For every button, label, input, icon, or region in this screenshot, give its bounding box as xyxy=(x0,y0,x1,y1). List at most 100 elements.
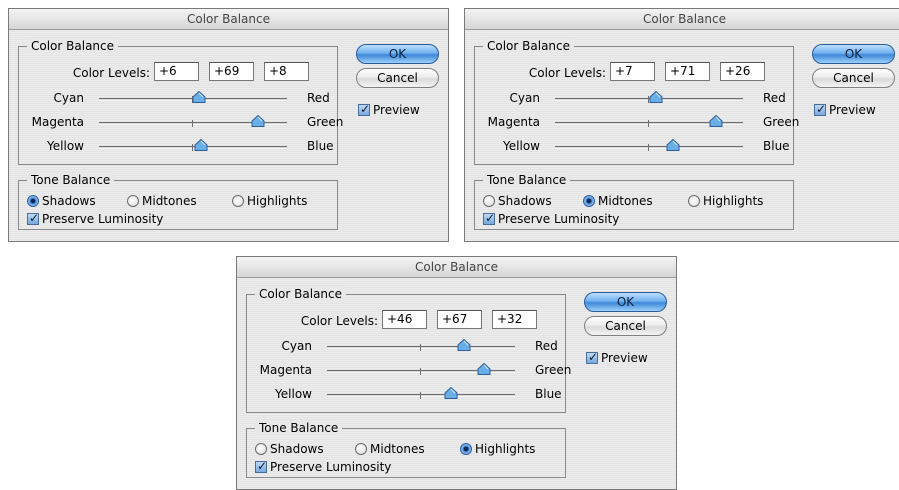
cancel-button[interactable]: Cancel xyxy=(812,68,895,88)
magenta-label: Magenta xyxy=(259,363,312,377)
radio-button-icon xyxy=(483,195,495,207)
color-balance-group-label: Color Balance xyxy=(483,38,575,54)
cyan-red-level-input[interactable]: +46 xyxy=(382,310,427,329)
magenta-green-slider[interactable] xyxy=(555,114,743,127)
checkmark-icon: ✓ xyxy=(816,102,827,116)
radio-button-icon xyxy=(127,195,139,207)
preview-checkbox[interactable]: ✓ Preview xyxy=(814,102,876,118)
highlights-radio[interactable]: Highlights xyxy=(232,193,307,209)
ok-button[interactable]: OK xyxy=(356,44,439,64)
preserve-luminosity-label: Preserve Luminosity xyxy=(42,212,164,226)
magenta-label: Magenta xyxy=(487,115,540,129)
slider-thumb[interactable] xyxy=(194,138,208,151)
yellow-label: Yellow xyxy=(503,139,540,153)
green-label: Green xyxy=(307,115,344,129)
slider-thumb[interactable] xyxy=(444,386,458,399)
radio-button-icon xyxy=(255,443,267,455)
checkbox-icon: ✓ xyxy=(814,102,827,116)
cyan-red-level-input[interactable]: +7 xyxy=(610,62,655,81)
shadows-radio[interactable]: Shadows xyxy=(27,193,96,209)
shadows-radio[interactable]: Shadows xyxy=(255,441,324,457)
cyan-red-level-input[interactable]: +6 xyxy=(154,62,199,81)
preview-label: Preview xyxy=(601,351,648,365)
midtones-radio[interactable]: Midtones xyxy=(583,193,653,209)
preview-label: Preview xyxy=(829,103,876,117)
cyan-label: Cyan xyxy=(53,91,84,105)
radio-button-icon xyxy=(688,195,700,207)
shadows-label: Shadows xyxy=(498,194,552,208)
cancel-button[interactable]: Cancel xyxy=(584,316,667,336)
magenta-green-slider[interactable] xyxy=(99,114,287,127)
slider-center-tick xyxy=(420,344,421,351)
slider-thumb[interactable] xyxy=(251,114,265,127)
slider-thumb[interactable] xyxy=(477,362,491,375)
red-label: Red xyxy=(307,91,330,105)
preserve-luminosity-checkbox[interactable]: ✓ Preserve Luminosity xyxy=(483,211,619,227)
yellow-blue-slider[interactable] xyxy=(555,138,743,151)
slider-thumb[interactable] xyxy=(649,90,663,103)
color-balance-dialog: Color Balance Color Balance Color Levels… xyxy=(464,8,899,242)
slider-center-tick xyxy=(648,144,649,151)
yellow-blue-level-input[interactable]: +32 xyxy=(492,310,537,329)
radio-button-icon xyxy=(460,443,472,455)
cancel-button[interactable]: Cancel xyxy=(356,68,439,88)
slider-thumb[interactable] xyxy=(192,90,206,103)
preserve-luminosity-checkbox[interactable]: ✓ Preserve Luminosity xyxy=(255,459,391,475)
checkbox-icon: ✓ xyxy=(586,350,599,364)
tone-balance-group: Tone Balance Shadows Midtones Highlights… xyxy=(18,172,338,230)
yellow-blue-level-input[interactable]: +26 xyxy=(720,62,765,81)
checkbox-icon: ✓ xyxy=(483,211,496,225)
highlights-radio[interactable]: Highlights xyxy=(460,441,535,457)
color-balance-group: Color Balance Color Levels: +46 +67 +32 … xyxy=(246,286,571,413)
blue-label: Blue xyxy=(307,139,334,153)
magenta-green-level-input[interactable]: +71 xyxy=(665,62,710,81)
cyan-red-slider[interactable] xyxy=(327,338,515,351)
shadows-label: Shadows xyxy=(42,194,96,208)
magenta-green-slider[interactable] xyxy=(327,362,515,375)
slider-thumb[interactable] xyxy=(666,138,680,151)
cyan-red-slider[interactable] xyxy=(555,90,743,103)
preserve-luminosity-label: Preserve Luminosity xyxy=(498,212,620,226)
ok-button[interactable]: OK xyxy=(584,292,667,312)
slider-center-tick xyxy=(420,368,421,375)
yellow-blue-level-input[interactable]: +8 xyxy=(264,62,309,81)
tone-balance-group-label: Tone Balance xyxy=(483,172,571,188)
preview-checkbox[interactable]: ✓ Preview xyxy=(358,102,420,118)
midtones-radio[interactable]: Midtones xyxy=(127,193,197,209)
dialog-title: Color Balance xyxy=(9,9,448,30)
magenta-green-level-input[interactable]: +67 xyxy=(437,310,482,329)
checkmark-icon: ✓ xyxy=(485,211,496,225)
color-balance-group: Color Balance Color Levels: +7 +71 +26 C… xyxy=(474,38,799,165)
yellow-blue-slider[interactable] xyxy=(327,386,515,399)
highlights-label: Highlights xyxy=(703,194,764,208)
radio-button-icon xyxy=(232,195,244,207)
midtones-label: Midtones xyxy=(370,442,425,456)
magenta-green-level-input[interactable]: +69 xyxy=(209,62,254,81)
midtones-label: Midtones xyxy=(598,194,653,208)
color-balance-group: Color Balance Color Levels: +6 +69 +8 Cy… xyxy=(18,38,343,165)
color-levels-label: Color Levels: xyxy=(300,314,378,328)
preserve-luminosity-checkbox[interactable]: ✓ Preserve Luminosity xyxy=(27,211,163,227)
magenta-label: Magenta xyxy=(31,115,84,129)
radio-button-icon xyxy=(583,195,595,207)
shadows-radio[interactable]: Shadows xyxy=(483,193,552,209)
slider-center-tick xyxy=(192,120,193,127)
midtones-radio[interactable]: Midtones xyxy=(355,441,425,457)
preview-checkbox[interactable]: ✓ Preview xyxy=(586,350,648,366)
checkbox-icon: ✓ xyxy=(255,459,267,473)
green-label: Green xyxy=(763,115,800,129)
slider-thumb[interactable] xyxy=(709,114,723,127)
cyan-red-slider[interactable] xyxy=(99,90,287,103)
checkmark-icon: ✓ xyxy=(588,350,599,364)
preserve-luminosity-label: Preserve Luminosity xyxy=(270,460,392,474)
color-levels-label: Color Levels: xyxy=(72,66,150,80)
ok-button[interactable]: OK xyxy=(812,44,895,64)
dialog-title: Color Balance xyxy=(465,9,899,30)
yellow-blue-slider[interactable] xyxy=(99,138,287,151)
radio-button-icon xyxy=(355,443,367,455)
highlights-radio[interactable]: Highlights xyxy=(688,193,763,209)
highlights-label: Highlights xyxy=(475,442,536,456)
checkbox-icon: ✓ xyxy=(358,102,370,116)
slider-thumb[interactable] xyxy=(457,338,471,351)
highlights-label: Highlights xyxy=(247,194,308,208)
